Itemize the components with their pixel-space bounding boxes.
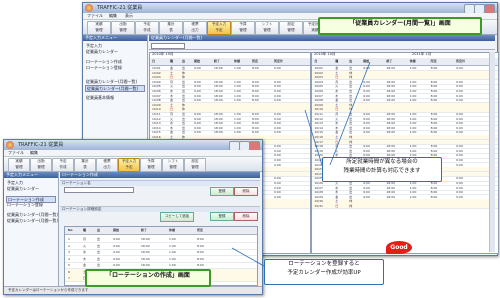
pointer-line-note1-a (304, 109, 323, 166)
annotation-lines (231, 61, 371, 267)
pointer-line-note2 (231, 247, 265, 267)
pointer-line-note1-b (329, 61, 371, 166)
